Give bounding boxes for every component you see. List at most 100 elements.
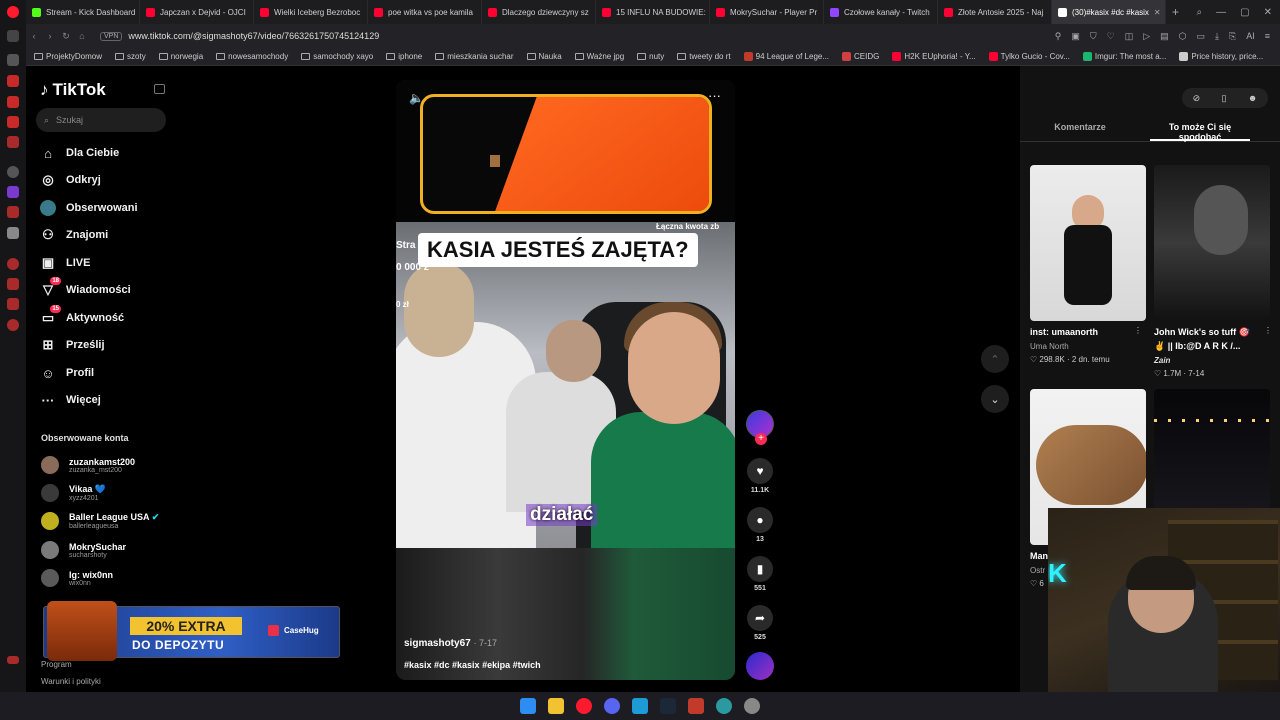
save-action[interactable]: ▮ 551: [745, 556, 775, 592]
card-2-user[interactable]: Zain: [1154, 356, 1170, 365]
opera-logo-icon[interactable]: [7, 6, 19, 18]
wallet-icon[interactable]: ▭: [1197, 31, 1206, 42]
panel-tool-2-icon[interactable]: ▯: [1222, 93, 1227, 104]
tab-comments[interactable]: Komentarze: [1020, 116, 1140, 141]
panel-avatar-icon[interactable]: ☻: [1248, 93, 1257, 103]
bookmark-item[interactable]: mieszkania suchar: [435, 52, 514, 61]
nav-item[interactable]: ··· Więcej: [40, 392, 101, 408]
camera-icon[interactable]: ◫: [1125, 31, 1134, 42]
new-tab-button[interactable]: +: [1166, 0, 1185, 24]
heart-icon[interactable]: ♡: [1107, 31, 1115, 42]
obs-icon[interactable]: [716, 698, 732, 714]
bookmark-item[interactable]: Nauka: [526, 52, 562, 61]
play-icon[interactable]: ▷: [1143, 31, 1150, 42]
browser-tab[interactable]: MokrySuchar - Player Pr: [710, 0, 824, 24]
bookmark-icon[interactable]: ▮: [747, 556, 773, 582]
follow-plus-icon[interactable]: +: [755, 433, 767, 445]
file-explorer-icon[interactable]: [548, 698, 564, 714]
followed-account[interactable]: MokrySuchar sucharshoty: [41, 541, 126, 559]
forward-icon[interactable]: ›: [42, 31, 58, 41]
bookmark-item[interactable]: H2K EUphoria! - Y...: [892, 52, 976, 61]
comment-action[interactable]: ● 13: [745, 507, 775, 543]
promo-banner[interactable]: 20% EXTRA DO DEPOZYTU CaseHug: [43, 601, 340, 661]
url-field[interactable]: www.tiktok.com/@sigmashoty67/video/76632…: [128, 31, 379, 41]
nav-item[interactable]: ◎ Odkryj: [40, 172, 101, 188]
player-icon[interactable]: [7, 298, 19, 310]
bookmark-item[interactable]: Ważne jpg: [574, 52, 624, 61]
back-icon[interactable]: ‹: [26, 31, 42, 41]
search-tabs-icon[interactable]: ⌕: [1197, 7, 1203, 18]
close-tab-icon[interactable]: ✕: [1154, 8, 1161, 17]
collapse-sidebar-icon[interactable]: [154, 84, 165, 94]
tab-recommended[interactable]: To może Ci się spodobać: [1150, 116, 1250, 142]
bookmark-item[interactable]: iphone: [386, 52, 422, 61]
bookmark-item[interactable]: norwegia: [158, 52, 203, 61]
browser-tab[interactable]: Japczan x Dejvid - OJCI: [140, 0, 254, 24]
bookmark-item[interactable]: szoty: [115, 52, 146, 61]
card-2-title[interactable]: John Wick's so tuff 🎯: [1154, 327, 1250, 338]
recommended-thumb-2[interactable]: [1154, 165, 1270, 321]
download-icon[interactable]: ⤓: [1215, 31, 1219, 42]
steam-icon[interactable]: [660, 698, 676, 714]
card-1-more-icon[interactable]: ⋮: [1134, 326, 1142, 335]
settings-taskbar-icon[interactable]: [744, 698, 760, 714]
nav-item[interactable]: ⊞ Prześlij: [40, 337, 105, 353]
card-2-more-icon[interactable]: ⋮: [1264, 326, 1272, 335]
share-action[interactable]: ➦ 525: [745, 605, 775, 641]
video-player[interactable]: 🔈 ··· Stra 0 000 z 0 zł Łączna kwota zb …: [396, 80, 735, 680]
menu-icon[interactable]: ≡: [1265, 31, 1270, 42]
shield-icon[interactable]: ⛉: [1090, 31, 1097, 42]
footer-link-terms[interactable]: Warunki i polityki: [41, 677, 101, 686]
email-icon[interactable]: [7, 136, 19, 148]
riot-icon[interactable]: [688, 698, 704, 714]
video-more-icon[interactable]: ···: [708, 88, 721, 103]
nav-item[interactable]: ⚇ Znajomi: [40, 227, 108, 243]
ai-button[interactable]: AI: [1246, 31, 1255, 42]
nav-item[interactable]: ⌂ Dla Ciebie: [40, 145, 119, 161]
browser-tab[interactable]: Złote Antosie 2025 - Naj: [938, 0, 1052, 24]
like-action[interactable]: ♥ 11.1K: [745, 458, 775, 494]
bookmark-item[interactable]: Tylko Gucio - Cov...: [988, 52, 1070, 61]
share-icon[interactable]: ➦: [747, 605, 773, 631]
followed-account[interactable]: zuzankamst200 zuzanka_mst200: [41, 456, 135, 474]
author-name[interactable]: sigmashoty67: [404, 638, 471, 649]
maximize-button[interactable]: ▢: [1240, 7, 1249, 18]
minimize-button[interactable]: —: [1216, 7, 1226, 18]
x-icon[interactable]: [7, 227, 19, 239]
messenger-icon[interactable]: [632, 698, 648, 714]
opera-taskbar-icon[interactable]: [576, 698, 592, 714]
home-icon[interactable]: ⌂: [74, 31, 90, 41]
bookmark-item[interactable]: Imgur: The most a...: [1082, 52, 1166, 61]
previous-video-button[interactable]: ⌃: [981, 345, 1009, 373]
reload-icon[interactable]: ↻: [58, 31, 74, 42]
footer-link-program[interactable]: Program: [41, 660, 72, 669]
bookmark-item[interactable]: CEIDG: [842, 52, 879, 61]
bookmark-item[interactable]: samochody xayo: [301, 52, 373, 61]
bookmark-item[interactable]: ProjektyDomow: [34, 52, 102, 61]
volume-icon[interactable]: 🔈: [409, 91, 424, 105]
followed-account[interactable]: Baller League USA ✔ ballerleagueusa: [41, 512, 159, 530]
nav-item[interactable]: ☺ Profil: [40, 365, 94, 381]
nav-item[interactable]: ● Obserwowani: [40, 200, 138, 216]
screenshot-icon[interactable]: ▣: [1071, 31, 1080, 42]
close-window-button[interactable]: ✕: [1264, 7, 1272, 18]
nav-item[interactable]: ▽ 18 Wiadomości: [40, 277, 131, 298]
creator-avatar[interactable]: +: [746, 410, 774, 445]
browser-tab[interactable]: (30)#kasix #dc #kasix ✕: [1052, 0, 1166, 24]
tool-icon[interactable]: [7, 96, 19, 108]
tiktok-logo[interactable]: ♪ TikTok: [40, 80, 106, 100]
pin-icon[interactable]: ⚲: [1055, 31, 1062, 42]
bookmark-item[interactable]: nowesamochody: [216, 52, 288, 61]
app-icon[interactable]: [7, 206, 19, 218]
bookmark-item[interactable]: tweety do rt: [677, 52, 731, 61]
flow-icon[interactable]: ▤: [1160, 31, 1169, 42]
video-author[interactable]: sigmashoty67 · 7-17: [404, 638, 497, 649]
vpn-badge[interactable]: VPN: [100, 31, 123, 41]
panel-tool-1-icon[interactable]: ⊘: [1193, 93, 1201, 104]
recommended-thumb-1[interactable]: [1030, 165, 1146, 321]
settings-icon[interactable]: [7, 319, 19, 331]
bookmark-icon[interactable]: [7, 258, 19, 270]
card-1-user[interactable]: Uma North: [1030, 342, 1069, 351]
comment-icon[interactable]: ●: [747, 507, 773, 533]
chatgpt-icon[interactable]: [7, 166, 19, 178]
